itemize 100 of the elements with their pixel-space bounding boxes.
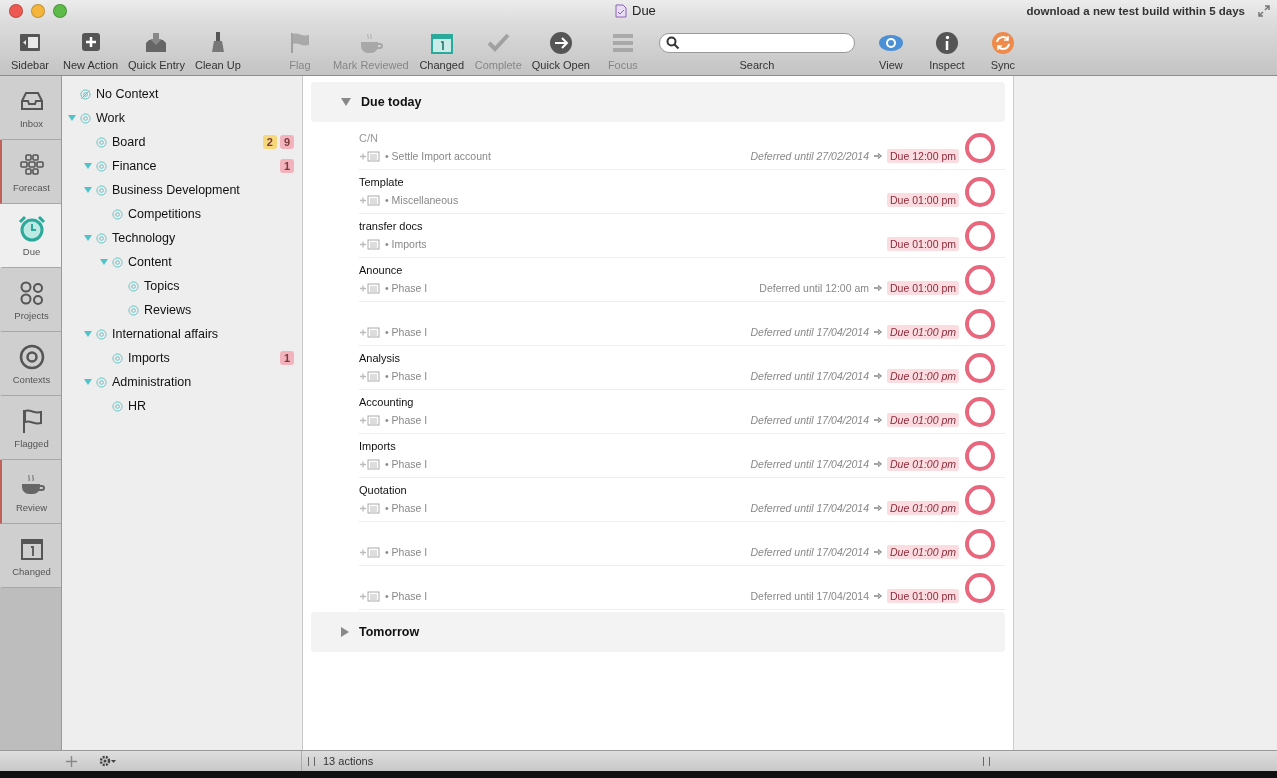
toolbar-button[interactable]: Sync (974, 31, 1031, 75)
disclosure-triangle-icon[interactable] (100, 259, 108, 265)
perspective-tab[interactable]: Inbox (0, 76, 61, 140)
note-icon[interactable] (359, 502, 381, 514)
toolbar-button[interactable]: Sidebar (2, 31, 58, 75)
context-name[interactable]: Content (128, 255, 172, 269)
context-name[interactable]: International affairs (112, 327, 219, 341)
toolbar-button[interactable]: Quick Entry (123, 31, 190, 75)
defer-date: Deferred until 17/04/2014 (750, 414, 870, 426)
action-title[interactable]: Imports (359, 440, 396, 454)
status-circle[interactable] (965, 220, 995, 251)
context-name[interactable]: Reviews (144, 303, 192, 317)
at-sign-icon (128, 304, 139, 316)
toolbar-button[interactable]: Clean Up (189, 31, 246, 75)
note-icon[interactable] (359, 194, 381, 206)
note-icon[interactable] (359, 150, 381, 162)
context-name[interactable]: Administration (112, 375, 192, 389)
settings-icon[interactable] (99, 755, 117, 767)
at-sign-icon (80, 112, 91, 124)
context-name[interactable]: Topics (144, 279, 180, 293)
status-circle[interactable] (965, 440, 995, 471)
context-name[interactable]: Imports (128, 351, 170, 365)
status-circle[interactable] (965, 352, 995, 383)
group-header[interactable]: Tomorrow (311, 612, 1005, 652)
disclosure-triangle-icon[interactable] (84, 187, 92, 193)
context-name[interactable]: Work (96, 111, 125, 125)
action-title[interactable]: Anounce (359, 264, 403, 278)
status-circle[interactable] (965, 572, 995, 603)
toolbar-button[interactable]: Inspect (918, 31, 975, 75)
disclosure-triangle-icon[interactable] (84, 379, 92, 385)
search-field[interactable] (658, 33, 855, 53)
due-label: Due 01:00 pm (887, 369, 959, 383)
perspective-tab[interactable]: Forecast (0, 140, 61, 204)
note-icon[interactable] (359, 458, 381, 470)
context-name[interactable]: Finance (112, 159, 157, 173)
close-button[interactable] (9, 4, 23, 18)
context-name[interactable]: Board (112, 135, 146, 149)
arrow-icon (873, 548, 884, 556)
toolbar-button[interactable]: Changed (413, 31, 470, 75)
at-sign-icon (96, 136, 107, 148)
perspective-tab[interactable]: Changed (0, 524, 61, 588)
due-label: Due 01:00 pm (887, 325, 959, 339)
project-name: • Phase I (385, 502, 428, 514)
status-circle[interactable] (965, 484, 995, 515)
arrow-icon (873, 152, 884, 160)
disclosure-triangle-icon[interactable] (68, 115, 76, 121)
toolbar-button[interactable]: New Action (58, 31, 124, 75)
at-sign-icon (96, 232, 107, 244)
action-title[interactable]: Analysis (359, 352, 400, 366)
disclosure-triangle-icon[interactable] (341, 627, 349, 637)
disclosure-triangle-icon[interactable] (84, 163, 92, 169)
defer-date: Deferred until 17/04/2014 (750, 370, 870, 382)
perspective-tab[interactable]: Contexts (0, 332, 61, 396)
perspective-tab[interactable]: Due (0, 204, 61, 268)
status-circle[interactable] (965, 132, 995, 163)
action-title[interactable]: transfer docs (359, 220, 423, 234)
group-header[interactable]: Due today (311, 82, 1005, 122)
note-icon[interactable] (359, 546, 381, 558)
document-icon (615, 3, 627, 18)
resize-grip-icon[interactable] (308, 756, 315, 766)
action-count: 13 actions (323, 755, 374, 767)
status-circle[interactable] (965, 528, 995, 559)
note-icon[interactable] (359, 414, 381, 426)
at-sign-icon (128, 280, 139, 292)
status-circle[interactable] (965, 176, 995, 207)
action-title[interactable]: Accounting (359, 396, 414, 410)
context-name[interactable]: HR (128, 399, 147, 413)
fullscreen-icon[interactable] (1257, 4, 1271, 18)
toolbar-button[interactable]: Quick Open (526, 31, 595, 75)
zoom-button[interactable] (53, 4, 67, 18)
note-icon[interactable] (359, 238, 381, 250)
perspective-tab[interactable]: Flagged (0, 396, 61, 460)
status-circle[interactable] (965, 308, 995, 339)
minimize-button[interactable] (31, 4, 45, 18)
info-icon (933, 31, 960, 55)
context-name[interactable]: No Context (96, 87, 159, 101)
action-title[interactable]: Template (359, 176, 404, 190)
defer-date: Deferred until 17/04/2014 (750, 458, 870, 470)
disclosure-triangle-icon[interactable] (84, 235, 92, 241)
add-icon[interactable] (66, 755, 77, 767)
note-icon[interactable] (359, 326, 381, 338)
status-circle[interactable] (965, 396, 995, 427)
context-name[interactable]: Business Development (112, 183, 240, 197)
action-title[interactable]: Quotation (359, 484, 407, 498)
due-label: Due 01:00 pm (887, 193, 959, 207)
note-icon[interactable] (359, 282, 381, 294)
context-name[interactable]: Competitions (128, 207, 201, 221)
note-icon[interactable] (359, 590, 381, 602)
toolbar-button[interactable]: View (862, 31, 919, 75)
context-name[interactable]: Technology (112, 231, 176, 245)
perspective-tab[interactable]: Review (0, 460, 61, 524)
disclosure-triangle-icon[interactable] (341, 98, 351, 106)
disclosure-triangle-icon[interactable] (84, 331, 92, 337)
at-sign-icon (80, 88, 91, 100)
status-circle[interactable] (965, 264, 995, 295)
perspective-tab[interactable]: Projects (0, 268, 61, 332)
alarm-clock-icon (17, 214, 46, 243)
resize-grip-icon[interactable] (983, 756, 990, 766)
project-name: • Phase I (385, 590, 428, 602)
note-icon[interactable] (359, 370, 381, 382)
